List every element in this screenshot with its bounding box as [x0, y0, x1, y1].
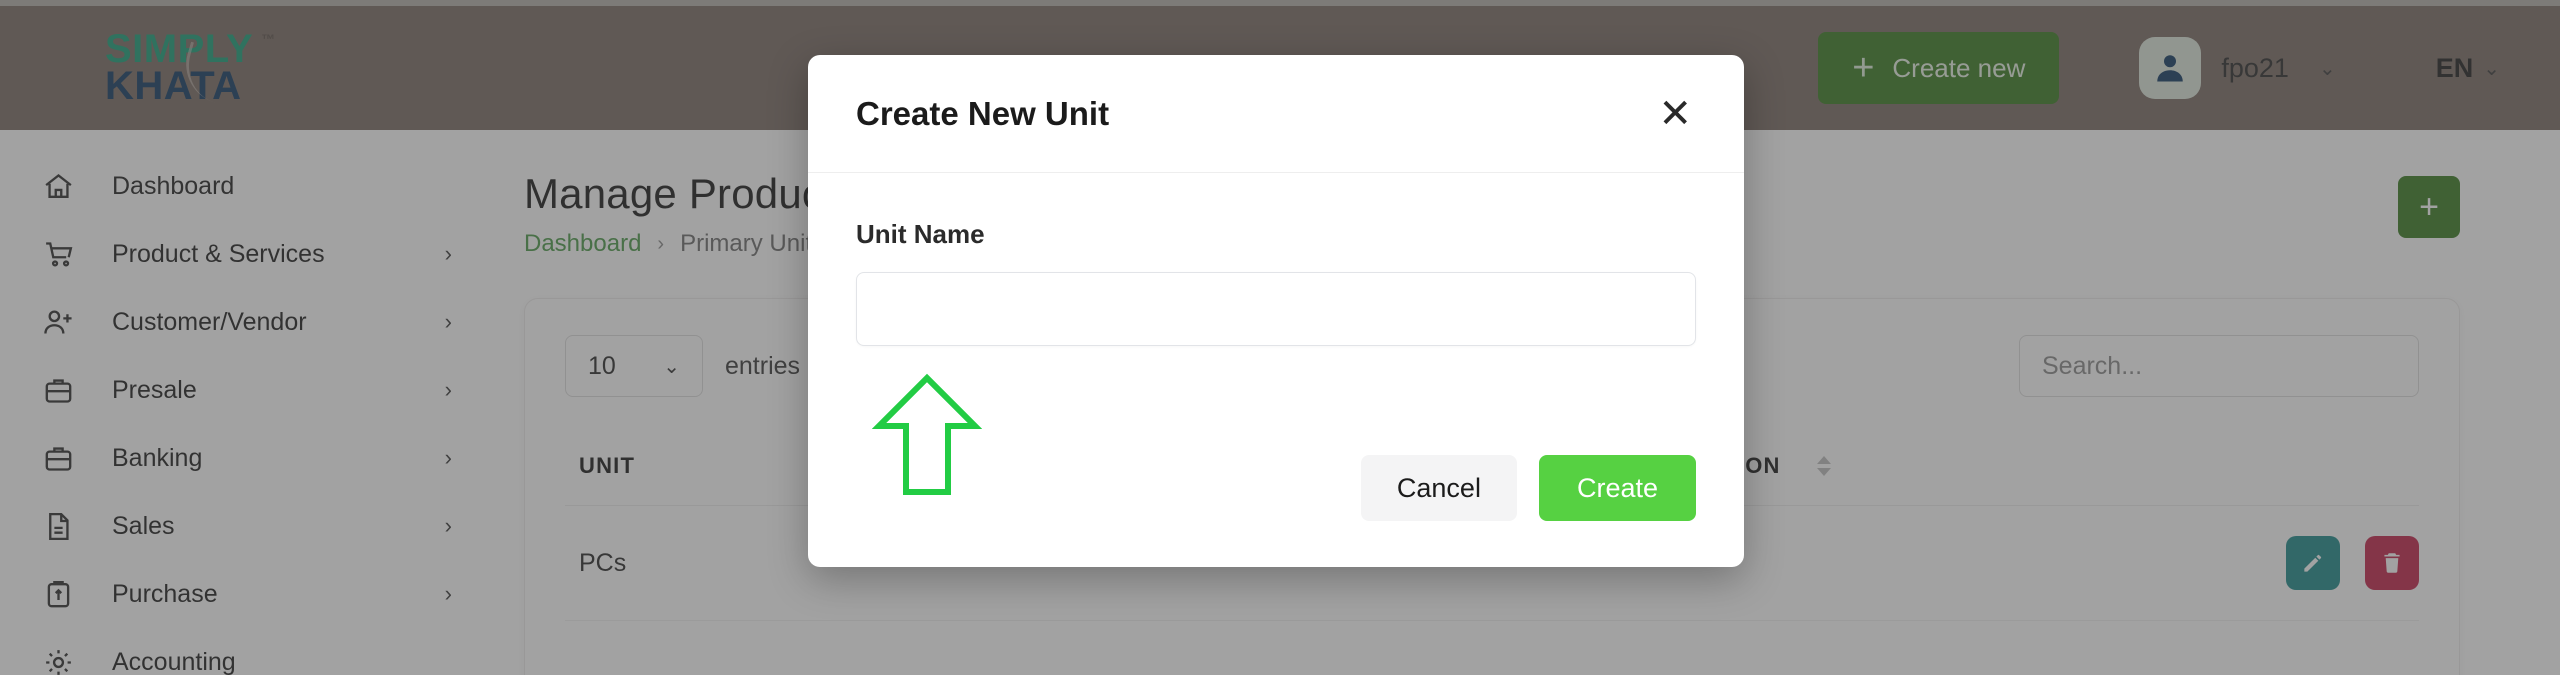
unit-name-input[interactable] — [856, 272, 1696, 346]
modal-title: Create New Unit — [856, 94, 1110, 132]
modal-header: Create New Unit ✕ — [808, 55, 1744, 173]
modal-body: Unit Name — [808, 173, 1744, 455]
screen: SIMPLY KHATA ™ + Create new — [0, 0, 2560, 675]
modal-footer: Cancel Create — [808, 455, 1744, 567]
cancel-button[interactable]: Cancel — [1360, 455, 1517, 521]
create-new-unit-modal: Create New Unit ✕ Unit Name Cancel Creat… — [808, 55, 1744, 567]
create-button[interactable]: Create — [1538, 455, 1696, 521]
unit-name-label: Unit Name — [856, 219, 985, 249]
close-icon[interactable]: ✕ — [1654, 94, 1696, 134]
